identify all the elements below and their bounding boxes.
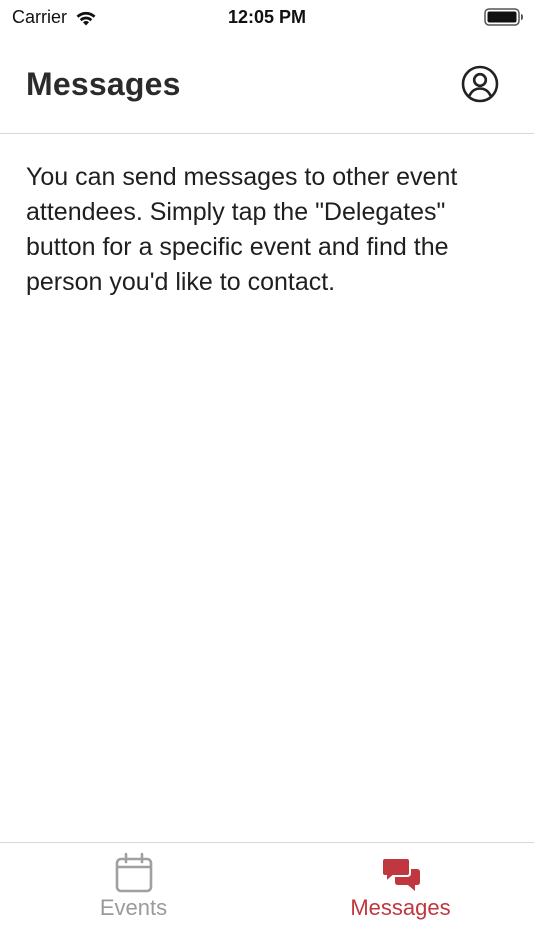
chat-bubbles-icon bbox=[380, 857, 420, 891]
tab-bar: Events Messages bbox=[0, 842, 534, 950]
status-bar: Carrier 12:05 PM bbox=[0, 0, 534, 36]
main-content: You can send messages to other event att… bbox=[26, 160, 516, 300]
screen: Carrier 12:05 PM Messages You can send m… bbox=[0, 0, 534, 950]
tab-messages[interactable]: Messages bbox=[267, 843, 534, 950]
info-text: You can send messages to other event att… bbox=[26, 163, 458, 296]
battery-icon bbox=[484, 8, 523, 26]
tab-events-label: Events bbox=[99, 895, 168, 920]
tab-messages-label: Messages bbox=[350, 895, 451, 920]
user-circle-icon[interactable] bbox=[461, 65, 499, 103]
page-title: Messages bbox=[26, 66, 181, 102]
status-time: 12:05 PM bbox=[227, 7, 307, 27]
tab-events[interactable]: Events bbox=[0, 843, 267, 950]
calendar-icon bbox=[115, 852, 152, 893]
nav-bar: Messages bbox=[0, 36, 534, 134]
